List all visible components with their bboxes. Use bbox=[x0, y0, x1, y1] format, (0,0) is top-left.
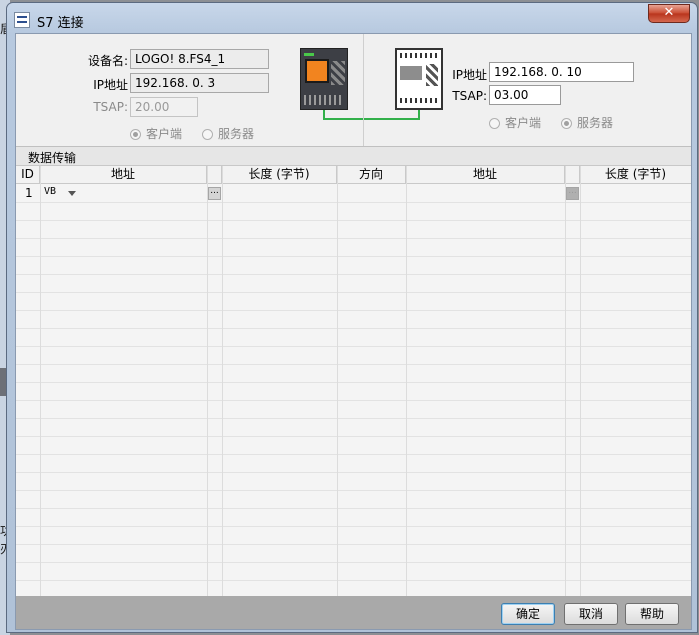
local-radio-server: 服务器 bbox=[202, 125, 255, 141]
title-bar[interactable]: S7 连接 ✕ bbox=[7, 3, 697, 35]
device-name-field: LOGO! 8.FS4_1 bbox=[130, 49, 269, 69]
grid-row-line bbox=[16, 490, 691, 491]
local-radio-client: 客户端 bbox=[130, 125, 183, 141]
col-header-direction: 方向 bbox=[337, 166, 406, 184]
remote-device-icon bbox=[395, 48, 443, 110]
col-header-id: ID bbox=[16, 166, 40, 184]
row-1-remote-browse-button[interactable]: ... bbox=[566, 187, 579, 200]
connection-link-line bbox=[323, 110, 420, 120]
local-ip-label: IP地址 bbox=[93, 78, 128, 92]
remote-radio-client: 客户端 bbox=[489, 114, 542, 130]
grid-col-line bbox=[222, 166, 223, 596]
grid-col-line bbox=[406, 166, 407, 596]
grid-row-line bbox=[16, 526, 691, 527]
window-title: S7 连接 bbox=[37, 16, 84, 31]
grid-row-line bbox=[16, 364, 691, 365]
remote-tsap-field[interactable]: 03.00 bbox=[489, 85, 561, 105]
grid-row-line bbox=[16, 400, 691, 401]
local-radio-client-label: 客户端 bbox=[146, 127, 183, 141]
dialog-client-area: 设备名: LOGO! 8.FS4_1 IP地址 192.168. 0. 3 TS… bbox=[15, 33, 692, 630]
grid-row-line bbox=[16, 418, 691, 419]
dialog-footer: 确定 取消 帮助 bbox=[16, 596, 691, 629]
grid-row-line bbox=[16, 382, 691, 383]
grid-col-line bbox=[337, 166, 338, 596]
grid-col-line bbox=[565, 166, 566, 596]
grid-row-line bbox=[16, 220, 691, 221]
logo-device-icon bbox=[300, 48, 348, 110]
grid-row-line bbox=[16, 436, 691, 437]
remote-radio-server: 服务器 bbox=[561, 114, 614, 130]
grid-row-line bbox=[16, 274, 691, 275]
col-header-local-address: 地址 bbox=[40, 166, 207, 184]
device-name-label: 设备名: bbox=[87, 54, 128, 68]
remote-radio-server-label: 服务器 bbox=[577, 116, 614, 130]
grid-row-line bbox=[16, 472, 691, 473]
radio-selected-icon bbox=[561, 118, 572, 129]
grid-row-line bbox=[16, 202, 691, 203]
grid-row-line bbox=[16, 238, 691, 239]
grid-row-line bbox=[16, 310, 691, 311]
logo-app-icon bbox=[14, 12, 30, 28]
close-button[interactable]: ✕ bbox=[648, 4, 690, 23]
grid-row-line bbox=[16, 454, 691, 455]
cancel-button[interactable]: 取消 bbox=[564, 603, 618, 625]
radio-unselected-icon bbox=[489, 118, 500, 129]
remote-radio-client-label: 客户端 bbox=[505, 116, 542, 130]
grid-col-line bbox=[580, 166, 581, 596]
radio-selected-icon bbox=[130, 129, 141, 140]
data-transfer-title: 数据传输 bbox=[28, 151, 77, 165]
grid-row-line bbox=[16, 256, 691, 257]
grid-row-line bbox=[16, 580, 691, 581]
ok-button[interactable]: 确定 bbox=[501, 603, 555, 625]
local-ip-field: 192.168. 0. 3 bbox=[130, 73, 269, 93]
radio-unselected-icon bbox=[202, 129, 213, 140]
local-tsap-field: 20.00 bbox=[130, 97, 198, 117]
col-header-local-length: 长度 (字节) bbox=[222, 166, 337, 184]
col-header-remote-length: 长度 (字节) bbox=[580, 166, 691, 184]
s7-connection-dialog: S7 连接 ✕ 设备名: LOGO! 8.FS4_1 IP地址 192.168.… bbox=[6, 2, 698, 633]
data-transfer-table: ID 地址 长度 (字节) 方向 地址 长度 (字节) 1 VB ... ... bbox=[16, 166, 691, 596]
grid-row-line bbox=[16, 292, 691, 293]
col-header-spacer-2 bbox=[565, 166, 580, 184]
grid-row-line bbox=[16, 346, 691, 347]
grid-row-line bbox=[16, 508, 691, 509]
data-transfer-header: 数据传输 bbox=[16, 146, 691, 166]
grid-col-line bbox=[207, 166, 208, 596]
help-button[interactable]: 帮助 bbox=[625, 603, 679, 625]
row-1-local-browse-button[interactable]: ... bbox=[208, 187, 221, 200]
remote-ip-label: IP地址 bbox=[452, 68, 487, 82]
remote-tsap-label: TSAP: bbox=[452, 89, 487, 103]
connection-panel: 设备名: LOGO! 8.FS4_1 IP地址 192.168. 0. 3 TS… bbox=[16, 34, 691, 146]
panel-divider bbox=[363, 34, 364, 146]
local-radio-server-label: 服务器 bbox=[218, 127, 255, 141]
col-header-spacer bbox=[207, 166, 222, 184]
col-header-remote-address: 地址 bbox=[406, 166, 565, 184]
remote-ip-field[interactable]: 192.168. 0. 10 bbox=[489, 62, 634, 82]
grid-row-line bbox=[16, 328, 691, 329]
dropdown-arrow-icon[interactable] bbox=[68, 191, 76, 196]
local-tsap-label: TSAP: bbox=[93, 100, 128, 114]
row-1-id: 1 bbox=[25, 186, 33, 200]
grid-col-line bbox=[40, 166, 41, 596]
row-1-local-address[interactable]: VB bbox=[44, 186, 56, 197]
grid-row-line bbox=[16, 562, 691, 563]
grid-row-line bbox=[16, 544, 691, 545]
